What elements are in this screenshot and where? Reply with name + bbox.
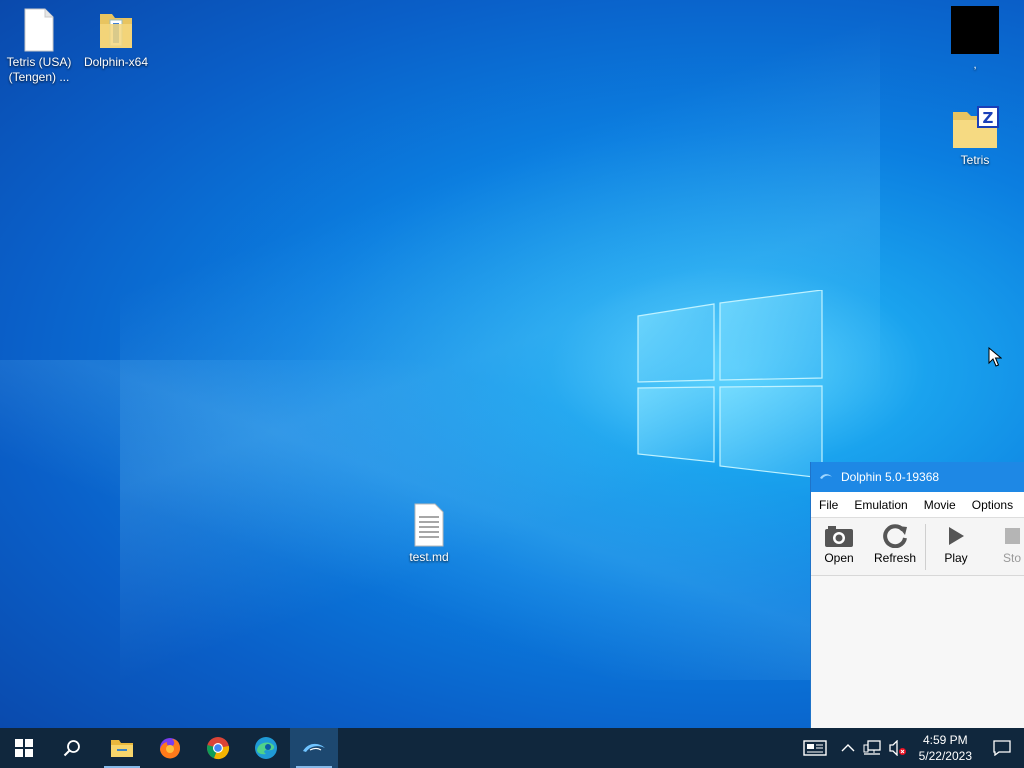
- toolbar-separator: [925, 524, 926, 570]
- taskbar-clock[interactable]: 4:59 PM 5/22/2023: [911, 732, 980, 764]
- file-explorer-icon: [111, 740, 133, 757]
- play-icon: [949, 527, 964, 545]
- camera-open-icon: [825, 526, 853, 547]
- search-button[interactable]: [48, 728, 96, 768]
- desktop-icon-tetris-rom[interactable]: Tetris (USA) (Tengen) ...: [1, 8, 77, 85]
- notification-icon: [993, 740, 1011, 756]
- mouse-cursor-icon: [988, 347, 1002, 367]
- desktop-icon-label: ,: [973, 57, 977, 71]
- network-status-button[interactable]: [859, 728, 885, 768]
- svg-text:Z: Z: [983, 109, 994, 127]
- action-center-button[interactable]: [980, 728, 1024, 768]
- open-label: Open: [824, 551, 854, 565]
- start-button[interactable]: [0, 728, 48, 768]
- zip-folder-icon: Z: [951, 106, 999, 150]
- menu-options[interactable]: Options: [964, 498, 1021, 512]
- desktop-icon-label: Tetris (USA) (Tengen) ...: [6, 55, 72, 84]
- clock-time: 4:59 PM: [922, 733, 968, 747]
- desktop-icon-label: Tetris: [960, 153, 990, 167]
- folder-icon: [96, 8, 136, 52]
- desktop-icon-black-shortcut[interactable]: ,: [937, 6, 1013, 72]
- clock-date: 5/22/2023: [918, 749, 972, 763]
- menu-emulation[interactable]: Emulation: [846, 498, 915, 512]
- dolphin-game-list[interactable]: [811, 576, 1024, 728]
- taskbar-dolphin[interactable]: [290, 728, 338, 768]
- edge-icon: [255, 737, 277, 759]
- network-icon: [863, 740, 881, 755]
- desktop-icon-dolphin-folder[interactable]: Dolphin-x64: [78, 8, 154, 70]
- dolphin-icon: [303, 743, 325, 752]
- dolphin-title-bar[interactable]: Dolphin 5.0-19368: [811, 462, 1024, 492]
- desktop-icon-label: Dolphin-x64: [83, 55, 149, 69]
- taskbar-edge[interactable]: [242, 728, 290, 768]
- refresh-icon: [883, 524, 907, 548]
- search-icon: [63, 740, 80, 757]
- taskbar-file-explorer[interactable]: [98, 728, 146, 768]
- taskbar: 4:59 PM 5/22/2023: [0, 728, 1024, 768]
- dolphin-toolbar: Open Refresh Play Sto: [811, 518, 1024, 576]
- chrome-icon: [207, 737, 230, 760]
- desktop-icon-tetris-zip[interactable]: Z Tetris: [937, 106, 1013, 168]
- file-icon: [19, 8, 59, 52]
- stop-label: Sto: [1002, 551, 1021, 565]
- menu-file[interactable]: File: [811, 498, 846, 512]
- open-button[interactable]: Open: [811, 524, 867, 565]
- taskbar-firefox[interactable]: [146, 728, 194, 768]
- play-button[interactable]: Play: [928, 524, 984, 565]
- taskbar-chrome[interactable]: [194, 728, 242, 768]
- desktop-icon-label: test.md: [409, 550, 449, 564]
- desktop-icon-test-md[interactable]: test.md: [391, 503, 467, 565]
- menu-movie[interactable]: Movie: [916, 498, 964, 512]
- dolphin-window[interactable]: Dolphin 5.0-19368 File Emulation Movie O…: [810, 462, 1024, 728]
- show-hidden-icons-button[interactable]: [837, 728, 859, 768]
- system-tray: 4:59 PM 5/22/2023: [793, 728, 1024, 768]
- refresh-label: Refresh: [873, 551, 917, 565]
- dolphin-window-title: Dolphin 5.0-19368: [841, 470, 940, 484]
- refresh-button[interactable]: Refresh: [867, 524, 923, 565]
- dolphin-app-icon: [820, 474, 832, 479]
- chevron-up-icon: [841, 744, 855, 752]
- windows-logo-wallpaper: [637, 290, 823, 479]
- text-file-icon: [409, 503, 449, 547]
- stop-icon: [1005, 528, 1020, 544]
- dolphin-menu-bar: File Emulation Movie Options: [811, 492, 1024, 518]
- volume-button[interactable]: [885, 728, 911, 768]
- news-widget-button[interactable]: [793, 728, 837, 768]
- firefox-icon: [160, 738, 181, 759]
- stop-button[interactable]: Sto: [984, 524, 1024, 565]
- speaker-muted-icon: [888, 740, 906, 756]
- windows-start-icon: [15, 739, 33, 757]
- play-label: Play: [944, 551, 968, 565]
- news-icon: [802, 740, 827, 756]
- shortcut-icon: [951, 6, 999, 54]
